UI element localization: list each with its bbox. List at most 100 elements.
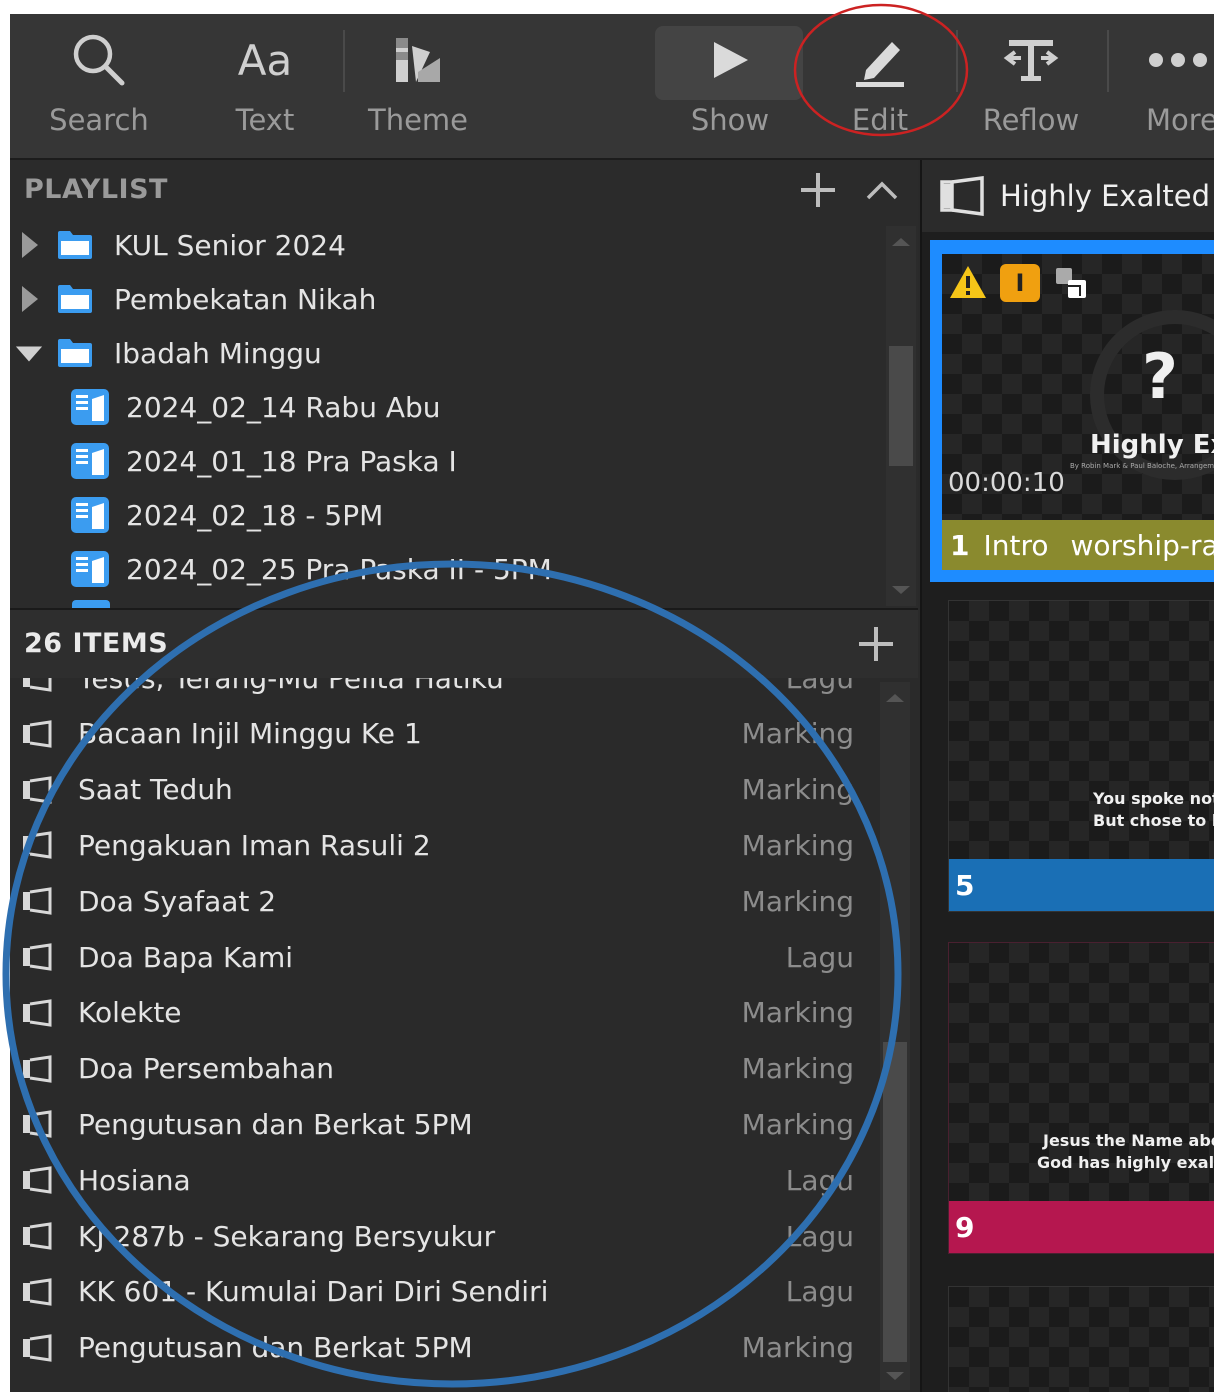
item-row[interactable]: Saat Teduh Marking <box>10 762 878 818</box>
item-title: KJ 287b - Sekarang Bersyukur <box>78 1219 496 1253</box>
items-count-title: 26 ITEMS <box>24 628 169 659</box>
playlist-row[interactable]: 2024_01_18 Pra Paska I <box>10 434 890 488</box>
presentation-pane: Highly Exalted ? Highly Exal By Robin Ma… <box>920 160 1214 1392</box>
item-title: Doa Syafaat 2 <box>78 884 277 918</box>
slide-number: 1 <box>950 528 970 562</box>
plus-icon <box>859 627 893 661</box>
playlist-row[interactable]: 2024_02_25 Pra Paska II - 5PM <box>10 542 890 596</box>
text-button[interactable]: Aa Text <box>220 14 310 160</box>
item-title: Hosiana <box>78 1163 191 1197</box>
playlist-folder-row[interactable]: Pembekatan Nikah <box>10 272 890 326</box>
presentation-icon <box>23 943 52 971</box>
propresenter-window: Search Aa Text Theme Show Edit Reflow Mo… <box>10 14 1214 1392</box>
item-row[interactable]: KJ 287b - Sekarang Bersyukur Lagu <box>10 1208 878 1264</box>
items-scrollbar[interactable] <box>880 682 910 1390</box>
add-playlist-button[interactable] <box>798 170 838 210</box>
item-type: Marking <box>741 717 854 751</box>
item-row[interactable]: Doa Syafaat 2 Marking <box>10 873 878 929</box>
items-list: Yesus, Terang-Mu Pelita Hatiku Lagu Bacaan… <box>10 678 878 1392</box>
scroll-down-arrow-icon <box>892 586 910 594</box>
search-label: Search <box>49 103 149 137</box>
question-mark: ? <box>1142 340 1178 413</box>
presentation-title: Highly Exalted <box>1000 179 1211 213</box>
item-type: Lagu <box>785 678 854 695</box>
item-row[interactable]: KK 601 - Kumulai Dari Diri Sendiri Lagu <box>10 1264 878 1320</box>
toolbar-separator <box>343 30 345 92</box>
info-badge: I <box>1000 264 1040 302</box>
collapse-arrow-icon[interactable] <box>14 326 44 380</box>
playlist-folder-row[interactable]: Ibadah Minggu <box>10 326 890 380</box>
item-type: Lagu <box>785 1163 854 1197</box>
scrollbar-thumb[interactable] <box>883 1042 907 1362</box>
expand-arrow-icon[interactable] <box>14 272 44 326</box>
add-item-button[interactable] <box>856 624 896 664</box>
slide-line-2: God has highly exalted <box>1037 1153 1214 1172</box>
playlist-title: PLAYLIST <box>24 174 168 205</box>
presentation-icon <box>23 1333 52 1362</box>
presentation-icon <box>23 1110 52 1139</box>
collapse-playlist-button[interactable] <box>862 172 902 212</box>
slide-footer: 1 Intro worship-ra <box>942 520 1214 570</box>
theme-button[interactable]: Theme <box>366 14 470 160</box>
reflow-button[interactable]: Reflow <box>978 14 1084 160</box>
playlist-scrollbar[interactable] <box>886 226 916 606</box>
layers-icon <box>1054 266 1088 300</box>
playlist-item-label: 2024_02_18 - 5PM <box>126 498 384 532</box>
search-button[interactable]: Search <box>40 14 158 160</box>
expand-arrow-icon[interactable] <box>14 218 44 272</box>
slide-overlay-credit: By Robin Mark & Paul Baloche, Arrangemen… <box>1070 462 1214 470</box>
plus-icon <box>801 173 835 207</box>
presentation-icon <box>23 775 52 804</box>
item-type: Marking <box>741 1331 854 1365</box>
item-row[interactable]: Kolekte Marking <box>10 985 878 1041</box>
play-icon <box>708 14 752 106</box>
scrollbar-thumb[interactable] <box>889 346 913 466</box>
scroll-up-arrow-icon <box>892 238 910 246</box>
edit-button[interactable]: Edit <box>840 14 920 160</box>
item-title: Pengutusan dan Berkat 5PM <box>78 1107 473 1141</box>
item-row[interactable]: Bacaan Injil Minggu Ke 1 Marking <box>10 706 878 762</box>
scroll-down-arrow-icon <box>886 1372 904 1380</box>
playlist-folder-row[interactable]: KUL Senior 2024 <box>10 218 890 272</box>
show-label: Show <box>690 103 770 137</box>
scroll-up-arrow-icon <box>886 694 904 702</box>
item-title: Pengutusan dan Berkat 5PM <box>78 1331 473 1365</box>
item-type: Marking <box>741 1052 854 1086</box>
reflow-icon <box>1003 14 1059 106</box>
show-button[interactable]: Show <box>685 14 775 160</box>
items-header: 26 ITEMS <box>10 610 918 678</box>
playlist-item-label: 2024_02_25 Pra Paska II - 5PM <box>126 552 552 586</box>
slide-thumbnail-9[interactable]: Jesus the Name abov God has highly exalt… <box>948 942 1214 1254</box>
presentation-icon <box>23 720 52 748</box>
playlist-document-icon <box>72 600 110 608</box>
theme-icon <box>390 14 446 106</box>
playlist-row[interactable]: 2024_02_14 Rabu Abu <box>10 380 890 434</box>
item-title: Bacaan Injil Minggu Ke 1 <box>78 717 422 751</box>
slide-line-1: Jesus the Name abov <box>1043 1131 1214 1150</box>
item-type: Lagu <box>785 1219 854 1253</box>
pencil-icon <box>850 14 910 106</box>
slide-thumbnail-5[interactable]: You spoke not a But chose to be 5 <box>948 600 1214 912</box>
item-title: Doa Persembahan <box>78 1052 335 1086</box>
item-row[interactable]: Pengutusan dan Berkat 5PM Marking <box>10 1096 878 1152</box>
item-row[interactable]: Doa Persembahan Marking <box>10 1041 878 1097</box>
item-row[interactable]: Hosiana Lagu <box>10 1152 878 1208</box>
item-type: Marking <box>741 996 854 1030</box>
folder-icon <box>56 229 94 261</box>
more-button[interactable]: More <box>1146 14 1214 160</box>
playlist-item-label: KUL Senior 2024 <box>114 228 346 262</box>
item-title: Yesus, Terang-Mu Pelita Hatiku <box>78 678 504 695</box>
playlist-item-label: Pembekatan Nikah <box>114 282 377 316</box>
playlist-row[interactable]: 2024_02_18 - 5PM <box>10 488 890 542</box>
item-row[interactable]: Pengutusan dan Berkat 5PM Marking <box>10 1320 878 1376</box>
folder-icon <box>56 283 94 315</box>
item-row[interactable]: Yesus, Terang-Mu Pelita Hatiku Lagu <box>10 678 878 706</box>
chevron-up-icon <box>866 181 898 200</box>
more-icon <box>1146 14 1210 106</box>
slide-thumbnail[interactable] <box>948 1286 1214 1392</box>
item-row[interactable]: Doa Bapa Kami Lagu <box>10 929 878 985</box>
presentation-icon <box>940 176 984 216</box>
slide-number: 9 <box>955 1210 975 1244</box>
slide-thumbnail-1[interactable]: ? Highly Exal By Robin Mark & Paul Baloc… <box>942 254 1214 570</box>
item-row[interactable]: Pengakuan Iman Rasuli 2 Marking <box>10 817 878 873</box>
